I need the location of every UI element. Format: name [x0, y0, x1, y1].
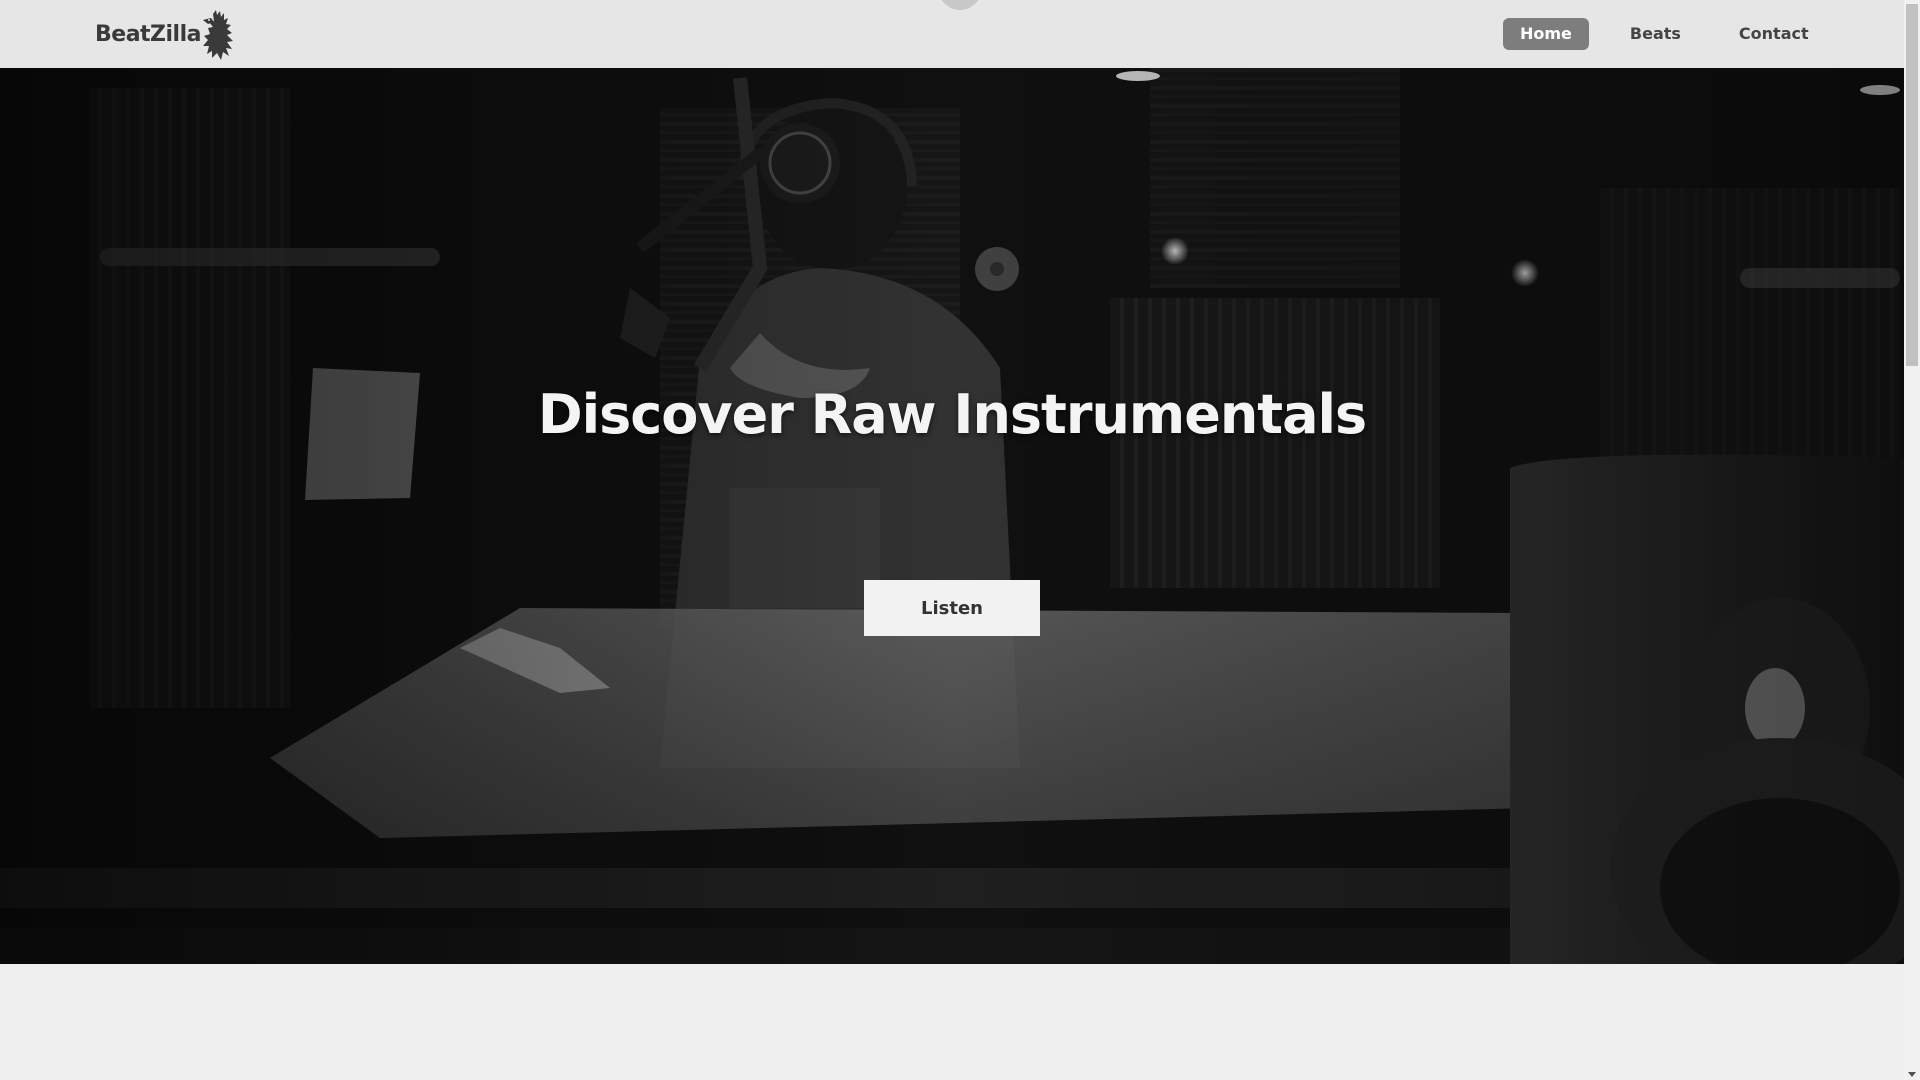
top-indicator-dot [939, 0, 981, 10]
nav-home[interactable]: Home [1503, 18, 1589, 50]
site-logo[interactable]: BeatZilla [95, 8, 239, 62]
page-scrollbar[interactable] [1904, 0, 1920, 1080]
logo-text: BeatZilla [95, 22, 201, 47]
main-nav: Home Beats Contact [1503, 18, 1850, 50]
nav-contact[interactable]: Contact [1722, 18, 1826, 50]
hero-section: Discover Raw Instrumentals Listen [0, 68, 1904, 964]
page: BeatZilla Home Beats Contact Discover Ra… [0, 0, 1904, 1080]
hero-title: Discover Raw Instrumentals [537, 383, 1367, 446]
listen-button[interactable]: Listen [864, 580, 1040, 636]
site-header: BeatZilla Home Beats Contact [0, 0, 1904, 68]
scroll-down-arrow-icon[interactable] [1908, 1072, 1916, 1077]
scrollbar-thumb[interactable] [1906, 4, 1918, 366]
studio-background-image [0, 68, 1904, 964]
nav-beats[interactable]: Beats [1613, 18, 1698, 50]
godzilla-mascot-icon [202, 10, 233, 60]
